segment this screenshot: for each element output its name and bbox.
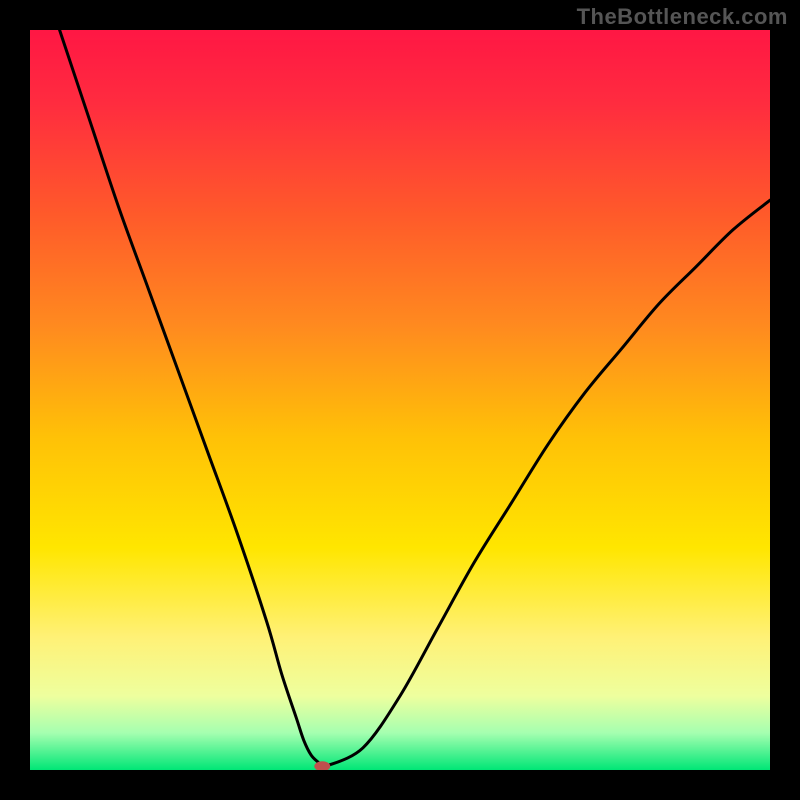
watermark-text: TheBottleneck.com	[577, 4, 788, 30]
chart-svg	[30, 30, 770, 770]
gradient-background	[30, 30, 770, 770]
plot-area	[30, 30, 770, 770]
chart-frame: TheBottleneck.com	[0, 0, 800, 800]
